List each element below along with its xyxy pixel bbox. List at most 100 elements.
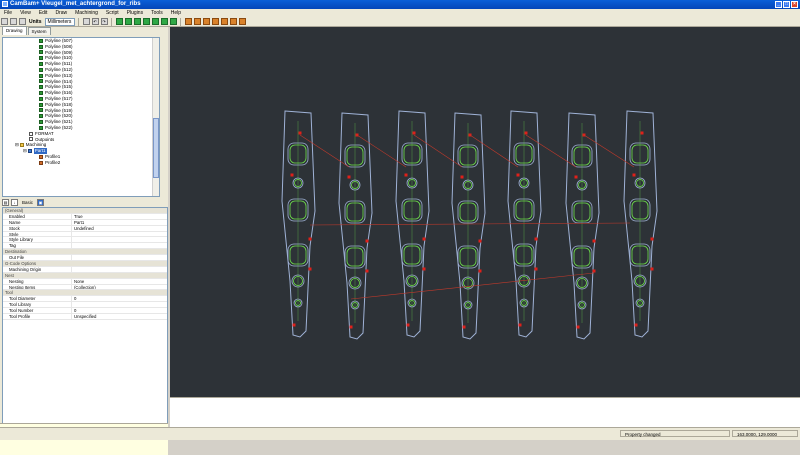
main-toolbar: Units Millimeters ↶ ↷ — [0, 17, 800, 27]
drawing-canvas[interactable] — [170, 27, 800, 397]
polyline-icon — [39, 50, 43, 55]
collapse-icon[interactable]: ⊟ — [23, 148, 27, 154]
property-value[interactable] — [72, 302, 167, 307]
polyline-icon — [39, 125, 43, 130]
polyline-icon — [39, 56, 43, 61]
property-value[interactable] — [72, 232, 167, 237]
redo-icon[interactable]: ↷ — [100, 18, 108, 25]
polyline-icon — [39, 102, 43, 107]
menu-plugins[interactable]: Plugins — [123, 10, 147, 16]
collapse-icon[interactable]: ⊟ — [15, 142, 19, 148]
draw-point-icon[interactable] — [160, 18, 168, 25]
entry-marker — [422, 267, 426, 271]
property-value[interactable] — [72, 267, 167, 272]
property-value[interactable]: True — [72, 214, 167, 219]
menu-file[interactable]: File — [0, 10, 16, 16]
property-value[interactable]: Unspecified — [72, 314, 167, 319]
folder-icon — [19, 143, 24, 148]
property-value[interactable]: None — [72, 279, 167, 284]
property-name: Tool Diameter — [3, 296, 72, 302]
engrave-op-icon[interactable] — [211, 18, 219, 25]
polyline-icon — [39, 85, 43, 90]
drill-op-icon[interactable] — [202, 18, 210, 25]
tree-scroll-thumb[interactable] — [153, 118, 159, 178]
units-label: Units — [29, 18, 42, 25]
draw-line-icon[interactable] — [169, 18, 177, 25]
save-icon[interactable] — [19, 18, 26, 25]
toolbar-separator — [77, 17, 79, 26]
property-name: Tool Library — [3, 302, 72, 308]
units-select[interactable]: Millimeters — [44, 17, 75, 26]
entry-marker — [290, 173, 294, 177]
property-category-label: G-Code Options — [5, 261, 37, 266]
polyline-icon — [39, 91, 43, 96]
property-value[interactable]: (Collection) — [72, 285, 167, 290]
property-value[interactable] — [72, 255, 167, 260]
entry-marker — [632, 173, 636, 177]
menu-edit[interactable]: Edit — [35, 10, 52, 16]
entry-marker — [308, 267, 312, 271]
property-row[interactable]: Tool Profile Unspecified — [3, 314, 167, 320]
minimize-button[interactable]: _ — [775, 1, 782, 8]
draw-polyline-icon[interactable] — [115, 18, 123, 25]
property-category-label: Destination — [5, 249, 27, 255]
polyline-icon — [39, 44, 43, 49]
undo-icon[interactable]: ↶ — [91, 18, 99, 25]
left-panel: Drawing System Polyline (507) Polyline (… — [0, 26, 168, 455]
maximize-button[interactable]: □ — [783, 1, 790, 8]
entry-marker — [462, 325, 466, 329]
draw-arc-icon[interactable] — [142, 18, 150, 25]
rapid-link — [356, 134, 407, 168]
property-name: Tool Profile — [3, 314, 72, 319]
title-bar: CamBam+ Vleugel_met_achtergrond_for_ribs… — [0, 0, 800, 9]
lathe-op-icon[interactable] — [229, 18, 237, 25]
draw-circle-icon[interactable] — [124, 18, 132, 25]
new-file-icon[interactable] — [1, 18, 8, 25]
menu-view[interactable]: View — [16, 10, 35, 16]
tab-drawing[interactable]: Drawing — [2, 26, 27, 35]
entry-marker — [349, 325, 353, 329]
draw-rectangle-icon[interactable] — [133, 18, 141, 25]
property-value[interactable] — [72, 243, 167, 248]
entry-marker — [592, 239, 596, 243]
open-folder-icon[interactable] — [10, 18, 17, 25]
gcode-op-icon[interactable] — [238, 18, 246, 25]
tree-scrollbar[interactable] — [152, 38, 159, 196]
property-value[interactable]: Undefined — [72, 226, 167, 231]
categorized-icon[interactable]: ▤ — [2, 198, 9, 206]
close-button[interactable]: × — [791, 1, 798, 8]
entry-marker — [576, 325, 580, 329]
menu-help[interactable]: Help — [167, 10, 185, 16]
property-value[interactable] — [72, 237, 167, 242]
surface-op-icon[interactable] — [220, 18, 228, 25]
menu-tools[interactable]: Tools — [147, 10, 167, 16]
property-value[interactable]: Part1 — [72, 220, 167, 225]
menu-script[interactable]: Script — [102, 10, 123, 16]
property-category-label: Nest — [5, 272, 14, 278]
advanced-mode-icon[interactable]: ▣ — [37, 198, 45, 206]
draw-text-icon[interactable] — [151, 18, 159, 25]
pointer-icon[interactable] — [82, 18, 90, 25]
menu-draw[interactable]: Draw — [51, 10, 71, 16]
property-value[interactable]: 0 — [72, 296, 167, 301]
property-name: Style — [3, 231, 72, 237]
alphabetical-icon[interactable]: ↓ — [11, 198, 18, 206]
profile-op-icon[interactable] — [184, 18, 192, 25]
entry-marker — [422, 237, 426, 241]
entry-marker — [365, 269, 369, 273]
layer-icon — [29, 137, 33, 142]
property-category-label: (General) — [5, 208, 24, 213]
tree-item-profile[interactable]: Profile2 — [3, 160, 159, 166]
menu-machining[interactable]: Machining — [71, 10, 102, 16]
basic-mode-label[interactable]: Basic — [22, 200, 33, 205]
tab-system[interactable]: System — [27, 27, 51, 35]
entry-marker — [365, 239, 369, 243]
rapid-link — [469, 134, 519, 168]
property-value[interactable]: 0 — [72, 308, 167, 313]
toolbar-separator — [179, 17, 181, 26]
entry-marker — [574, 175, 578, 179]
profile-icon — [39, 160, 43, 165]
pocket-op-icon[interactable] — [193, 18, 201, 25]
drawing-svg[interactable] — [170, 27, 800, 397]
entry-marker — [534, 237, 538, 241]
